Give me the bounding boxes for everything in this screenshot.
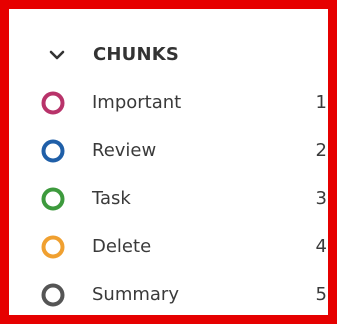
- list-item-label: Summary: [92, 284, 179, 305]
- list-item-count: 4: [315, 236, 327, 257]
- chevron-down-icon[interactable]: [49, 48, 65, 62]
- list-item-task[interactable]: Task 3: [18, 179, 337, 219]
- list-item-label: Important: [92, 92, 182, 113]
- ring-icon: [41, 283, 65, 307]
- list-item-label: Review: [92, 140, 157, 161]
- list-item-review[interactable]: Review 2: [18, 131, 337, 171]
- chunks-panel: CHUNKS Important 1 Review 2 Task 3 Delet…: [18, 18, 337, 324]
- list-item-label: Delete: [92, 236, 152, 257]
- list-item-count: 5: [315, 284, 327, 305]
- list-item-important[interactable]: Important 1: [18, 83, 337, 123]
- ring-icon: [41, 235, 65, 259]
- list-item-count: 1: [315, 92, 327, 113]
- list-item-count: 3: [315, 188, 327, 209]
- list-item-count: 2: [315, 140, 327, 161]
- highlight-frame: CHUNKS Important 1 Review 2 Task 3 Delet…: [0, 0, 337, 324]
- list-item-summary[interactable]: Summary 5: [18, 275, 337, 315]
- ring-icon: [41, 187, 65, 211]
- list-item-label: Task: [92, 188, 131, 209]
- ring-icon: [41, 139, 65, 163]
- chunks-section-header[interactable]: CHUNKS: [18, 40, 337, 70]
- list-item-delete[interactable]: Delete 4: [18, 227, 337, 267]
- section-title: CHUNKS: [93, 44, 180, 65]
- ring-icon: [41, 91, 65, 115]
